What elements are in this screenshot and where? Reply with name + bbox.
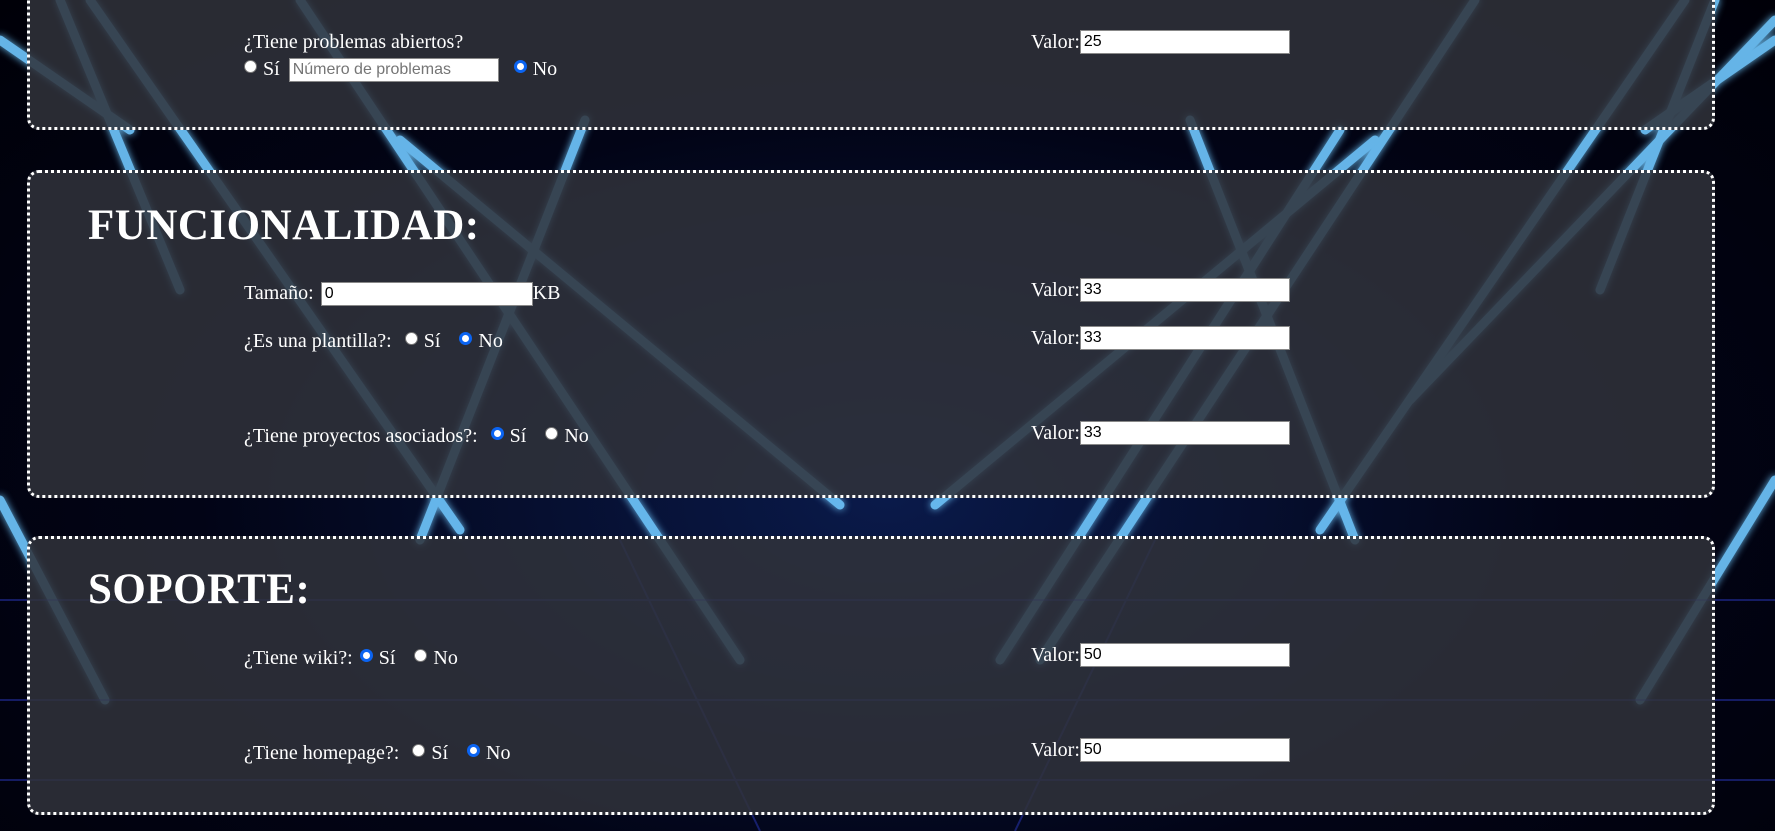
plantilla-si-label: Sí xyxy=(423,330,441,352)
proyectos-row: ¿Tiene proyectos asociados?: Sí No xyxy=(244,424,589,448)
proyectos-si-label: Sí xyxy=(509,425,527,447)
proyectos-no-radio[interactable] xyxy=(545,427,559,440)
num-problemas-input[interactable] xyxy=(288,58,499,83)
homepage-valor-input[interactable] xyxy=(1079,738,1290,762)
soporte-title: SOPORTE: xyxy=(88,566,311,613)
valor-label: Valor: xyxy=(1031,278,1080,301)
homepage-row: ¿Tiene homepage?: Sí No xyxy=(244,741,510,765)
tamano-row: Tamaño: KB xyxy=(244,281,561,307)
wiki-label: ¿Tiene wiki?: xyxy=(244,647,353,669)
homepage-si-radio[interactable] xyxy=(412,744,426,757)
wiki-no-label: No xyxy=(433,647,458,669)
plantilla-no-radio[interactable] xyxy=(459,332,473,345)
wiki-no-radio[interactable] xyxy=(414,649,428,662)
soporte-panel: SOPORTE: ¿Tiene wiki?: Sí No Valor: ¿Tie… xyxy=(27,536,1715,815)
plantilla-valor-row: Valor: xyxy=(1031,326,1290,350)
valor-label: Valor: xyxy=(1031,421,1080,444)
wiki-row: ¿Tiene wiki?: Sí No xyxy=(244,646,458,670)
calidad-valor-row: Valor: xyxy=(1031,30,1290,54)
homepage-no-radio[interactable] xyxy=(467,744,481,757)
tamano-label: Tamaño: xyxy=(244,282,314,304)
problemas-no-radio[interactable] xyxy=(513,60,527,73)
tamano-valor-input[interactable] xyxy=(1079,278,1290,302)
problemas-options: Sí No xyxy=(244,57,558,83)
funcionalidad-panel: FUNCIONALIDAD: Tamaño: KB Valor: ¿Es una… xyxy=(27,170,1715,498)
homepage-label: ¿Tiene homepage?: xyxy=(244,742,400,764)
wiki-valor-input[interactable] xyxy=(1079,643,1290,667)
proyectos-no-label: No xyxy=(564,425,589,447)
plantilla-no-label: No xyxy=(478,330,503,352)
problemas-no-label: No xyxy=(532,58,558,80)
proyectos-valor-input[interactable] xyxy=(1079,421,1290,445)
wiki-valor-row: Valor: xyxy=(1031,643,1290,667)
plantilla-si-radio[interactable] xyxy=(404,332,418,345)
plantilla-label: ¿Es una plantilla?: xyxy=(244,330,392,352)
tamano-input[interactable] xyxy=(320,282,533,307)
problemas-label: ¿Tiene problemas abiertos? xyxy=(244,31,464,53)
tamano-valor-row: Valor: xyxy=(1031,278,1290,302)
homepage-valor-row: Valor: xyxy=(1031,738,1290,762)
problemas-si-radio[interactable] xyxy=(244,60,257,73)
homepage-si-label: Sí xyxy=(431,742,449,764)
wiki-si-radio[interactable] xyxy=(359,649,373,662)
valor-label: Valor: xyxy=(1031,643,1080,666)
proyectos-si-radio[interactable] xyxy=(490,427,504,440)
calidad-panel: ¿Tiene problemas abiertos? Sí No Valor: xyxy=(27,0,1715,130)
valor-input[interactable] xyxy=(1079,30,1290,54)
valor-label: Valor: xyxy=(1031,738,1080,761)
homepage-no-label: No xyxy=(486,742,511,764)
proyectos-label: ¿Tiene proyectos asociados?: xyxy=(244,425,478,447)
problemas-row: ¿Tiene problemas abiertos? xyxy=(244,30,463,54)
valor-label: Valor: xyxy=(1031,30,1080,53)
tamano-unit: KB xyxy=(532,282,561,304)
funcionalidad-title: FUNCIONALIDAD: xyxy=(88,202,480,249)
proyectos-valor-row: Valor: xyxy=(1031,421,1290,445)
plantilla-valor-input[interactable] xyxy=(1079,326,1290,350)
plantilla-row: ¿Es una plantilla?: Sí No xyxy=(244,329,503,353)
problemas-si-label: Sí xyxy=(263,58,280,80)
wiki-si-label: Sí xyxy=(378,647,396,669)
valor-label: Valor: xyxy=(1031,326,1080,349)
